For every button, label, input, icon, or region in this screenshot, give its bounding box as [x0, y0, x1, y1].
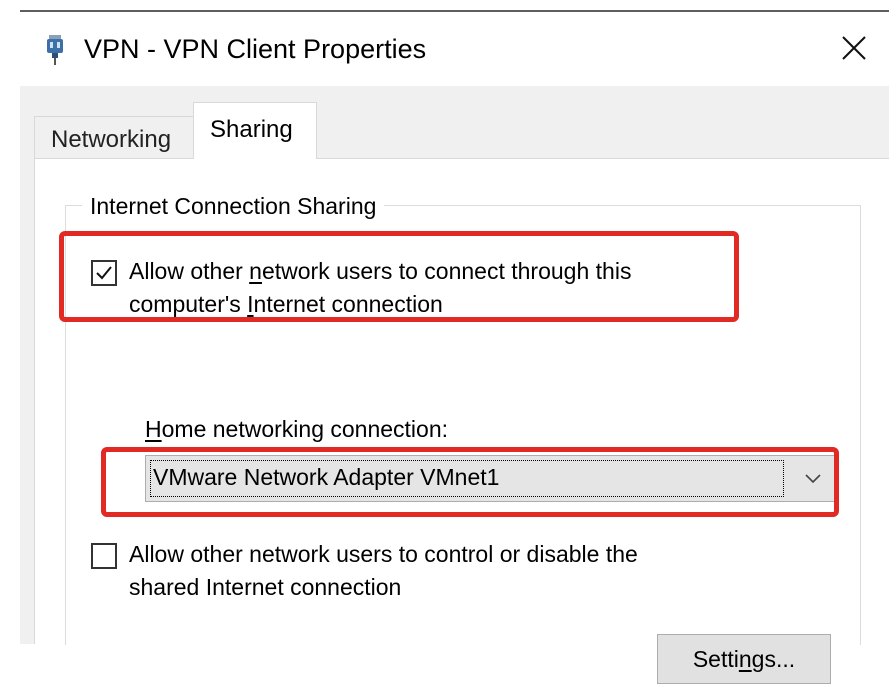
- group-title: Internet Connection Sharing: [82, 191, 385, 221]
- tab-networking[interactable]: Networking: [34, 116, 196, 158]
- properties-dialog: VPN - VPN Client Properties Networking S…: [0, 0, 889, 684]
- tab-label: Networking: [51, 126, 172, 153]
- sharing-tab-panel: Internet Connection Sharing Allow other …: [34, 158, 889, 684]
- chevron-down-icon[interactable]: [798, 466, 828, 492]
- allow-control-label[interactable]: Allow other network users to control or …: [129, 538, 638, 604]
- allow-connect-label[interactable]: Allow other network users to connect thr…: [129, 255, 631, 321]
- tab-sharing[interactable]: Sharing: [193, 102, 317, 159]
- settings-button[interactable]: Settings...: [657, 634, 831, 684]
- allow-control-checkbox[interactable]: [91, 543, 117, 569]
- title-bar: VPN - VPN Client Properties: [20, 12, 889, 86]
- allow-connect-checkbox[interactable]: [91, 260, 117, 286]
- window-title: VPN - VPN Client Properties: [84, 34, 427, 64]
- tab-label: Sharing: [210, 116, 293, 143]
- network-adapter-icon: [47, 35, 63, 65]
- selected-adapter: VMware Network Adapter VMnet1: [153, 464, 500, 490]
- dialog-client-area: Networking Sharing Internet Connection S…: [20, 86, 889, 684]
- home-connection-label: Home networking connection:: [145, 416, 449, 442]
- close-icon[interactable]: [826, 20, 882, 76]
- home-connection-select[interactable]: VMware Network Adapter VMnet1: [145, 455, 837, 502]
- select-divider: [790, 456, 791, 501]
